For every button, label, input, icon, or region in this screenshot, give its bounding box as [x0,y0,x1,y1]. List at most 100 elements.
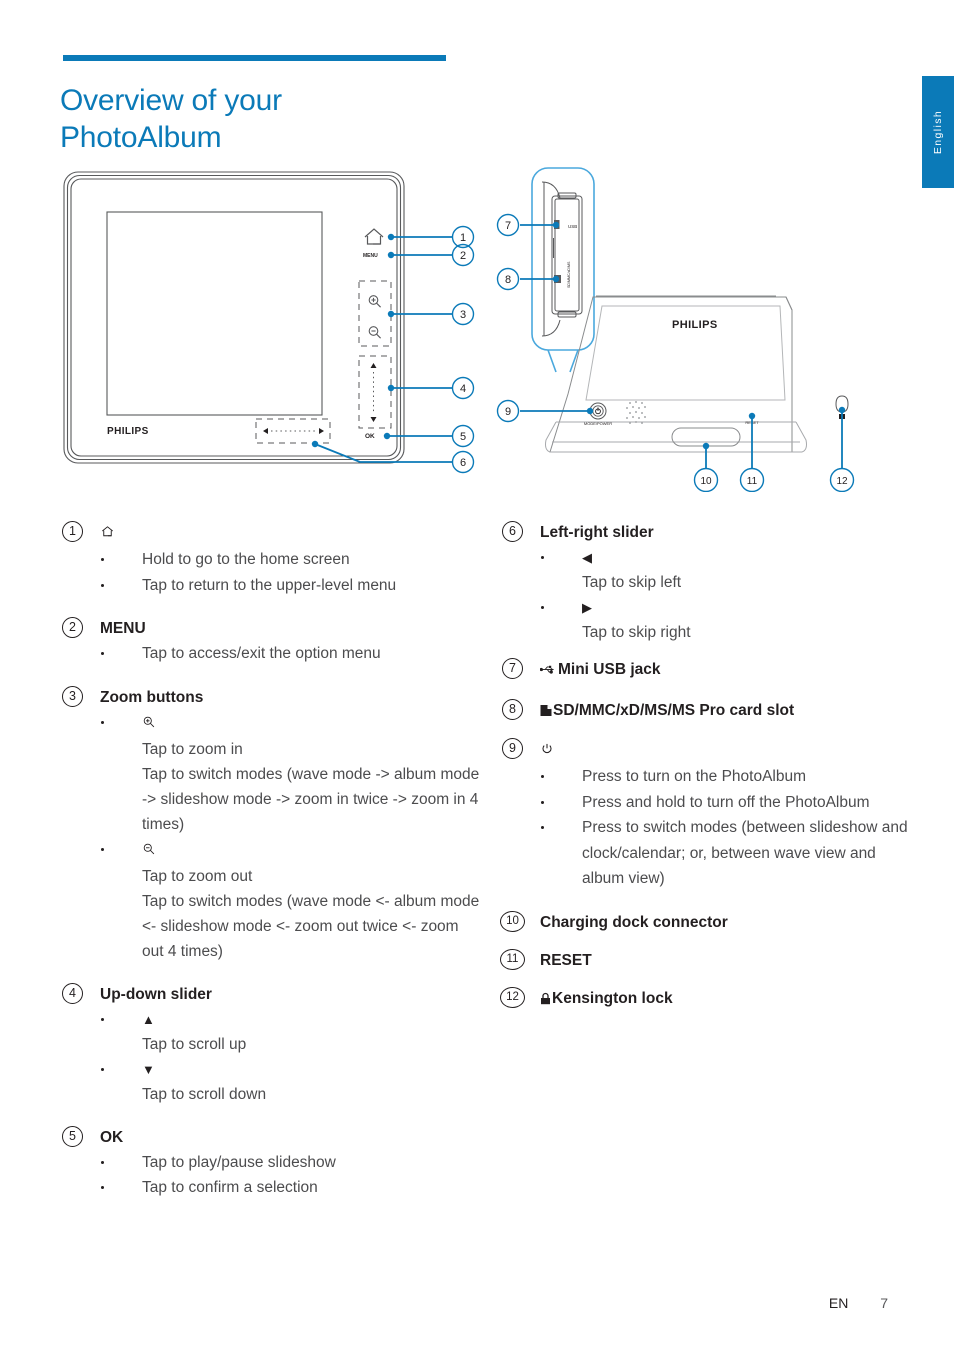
item-3-bullets: Tap to zoom in Tap to switch modes (wave… [100,710,480,964]
list-item: Tap to zoom in Tap to switch modes (wave… [100,710,480,837]
callout-number-12: 12 [500,986,525,1008]
item-3-heading: Zoom buttons [100,688,204,706]
page-title: Overview of your PhotoAlbum [60,84,282,155]
down-arrow-icon: ▼ [142,1061,155,1077]
left-arrow-icon: ◀ [582,550,592,565]
item-3: 3 Zoom buttons Tap to zoom in Tap to swi… [60,685,480,964]
language-tab: English [922,76,954,188]
callout-number-11: 11 [500,948,525,970]
item-12-label: Kensington lock [552,989,673,1007]
svg-text:10: 10 [700,476,712,487]
left-arrow-icon [263,428,268,434]
svg-text:8: 8 [505,274,511,286]
list-item: ▼ Tap to scroll down [100,1057,480,1107]
callout-number-5: 5 [62,1125,83,1147]
speaker-grille [626,401,646,424]
list-item: Tap to confirm a selection [100,1175,480,1201]
item-5-heading: OK [100,1128,124,1146]
zoom-out-icon [368,326,381,339]
item-1-bullets: Hold to go to the home screen Tap to ret… [100,547,480,598]
usb-icon [539,659,557,684]
list-item-line: Tap to skip left [582,574,682,591]
item-9: 9 Press to turn on the PhotoAlbum Press … [500,737,920,892]
item-11: 11 RESET [500,948,920,973]
item-6-heading: Left-right slider [540,524,654,541]
list-item: Tap to play/pause slideshow [100,1150,480,1176]
power-icon [540,739,554,764]
back-view-figure: USB SD/MMC/xD/MS PHILIPS MODE/POWER RESE… [490,160,914,492]
item-2-heading: MENU [100,620,146,637]
right-content-column: 6 Left-right slider ◀ Tap to skip left ▶… [500,520,920,1013]
svg-text:7: 7 [505,220,511,232]
item-5-bullets: Tap to play/pause slideshow Tap to confi… [100,1150,480,1201]
right-arrow-icon [319,428,324,434]
back-brand-mark: PHILIPS [672,319,718,331]
callout-number-6: 6 [502,521,523,542]
item-4: 4 Up-down slider ▲ Tap to scroll up ▼ Ta… [60,982,480,1107]
lock-icon [540,988,551,1013]
svg-text:11: 11 [747,476,758,487]
item-12-heading: Kensington lock [540,986,920,1013]
item-10-heading: Charging dock connector [540,913,728,931]
list-item: Press and hold to turn off the PhotoAlbu… [540,790,920,816]
svg-text:5: 5 [460,431,466,443]
list-item-line: Tap to switch modes (wave mode -> album … [142,765,480,833]
right-arrow-icon: ▶ [582,600,592,615]
svg-text:9: 9 [505,406,511,418]
item-2: 2 MENU Tap to access/exit the option men… [60,616,480,667]
list-item: Tap to zoom out Tap to switch modes (wav… [100,837,480,964]
list-item-line: Tap to scroll up [142,1035,247,1053]
item-10: 10 Charging dock connector [500,910,920,935]
item-9-heading [540,737,920,764]
list-item-line: Tap to skip right [582,624,691,641]
item-7-label: Mini USB jack [558,661,661,678]
svg-text:6: 6 [460,457,466,469]
callout-number-7: 7 [502,658,523,679]
svg-text:USB: USB [568,224,577,229]
title-rule [63,55,446,61]
item-5: 5 OK Tap to play/pause slideshow Tap to … [60,1125,480,1201]
list-item: ▲ Tap to scroll up [100,1007,480,1057]
list-item: ◀ Tap to skip left [540,545,920,595]
callout-number-1: 1 [62,521,83,542]
callout-number-3: 3 [62,685,83,707]
item-8-heading: SD/MMC/xD/MS/MS Pro card slot [540,698,920,725]
list-item: ▶ Tap to skip right [540,595,920,645]
zoom-in-icon [142,712,156,737]
svg-text:MODE/POWER: MODE/POWER [584,421,612,426]
item-8-label: SD/MMC/xD/MS/MS Pro card slot [553,702,795,719]
item-1-heading [100,520,480,547]
item-12: 12 Kensington lock [500,986,920,1013]
zoom-in-icon [368,295,381,308]
item-7-heading: Mini USB jack [539,657,920,684]
front-brand-mark: PHILIPS [107,426,149,437]
item-1: 1 Hold to go to the home screen Tap to r… [60,520,480,598]
svg-text:1: 1 [460,232,466,244]
page-footer: EN 7 [829,1295,888,1311]
svg-text:12: 12 [836,476,848,487]
item-6: 6 Left-right slider ◀ Tap to skip left ▶… [500,520,920,645]
home-icon [100,522,115,547]
power-button-graphic: MODE/POWER [584,402,612,426]
list-item-line: Tap to scroll down [142,1085,267,1103]
svg-text:SD/MMC/xD/MS: SD/MMC/xD/MS [567,261,571,288]
callout-number-8: 8 [502,699,523,720]
left-content-column: 1 Hold to go to the home screen Tap to r… [60,520,480,1201]
item-11-heading: RESET [540,951,592,969]
list-item-line: Tap to switch modes (wave mode <- album … [142,892,480,960]
callout-number-4: 4 [62,982,83,1004]
item-4-bullets: ▲ Tap to scroll up ▼ Tap to scroll down [100,1007,480,1107]
front-ok-label: OK [365,433,375,440]
item-6-bullets: ◀ Tap to skip left ▶ Tap to skip right [540,545,920,645]
callout-number-10: 10 [500,910,525,932]
card-slot-icon [540,700,552,725]
svg-text:2: 2 [460,250,466,262]
list-item: Press to switch modes (between slideshow… [540,815,920,892]
list-item: Hold to go to the home screen [100,547,480,573]
item-7: 7 Mini USB jack [500,657,920,684]
list-item: Press to turn on the PhotoAlbum [540,764,920,790]
zoom-out-icon [142,839,156,864]
footer-page-number: 7 [880,1295,888,1311]
front-menu-label: MENU [363,253,378,259]
language-tab-label: English [932,109,944,155]
